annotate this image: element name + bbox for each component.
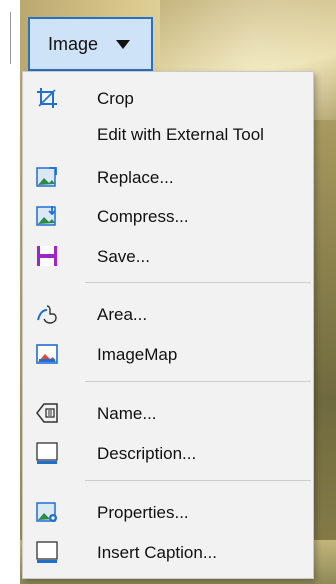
menu-item-compress[interactable]: Compress... [23, 198, 313, 234]
insert-caption-icon [35, 540, 59, 564]
menu-item-properties[interactable]: Properties... [23, 494, 313, 530]
menu-item-label: Crop [97, 89, 134, 108]
description-icon [35, 441, 59, 465]
image-context-menu: Crop Edit with External Tool Replace... … [22, 71, 314, 579]
menu-separator [85, 282, 311, 283]
image-dropdown-label: Image [48, 33, 99, 54]
chevron-down-icon [116, 39, 131, 49]
document-margin [0, 0, 20, 584]
menu-item-label: Properties... [97, 503, 189, 522]
menu-item-label: Description... [97, 444, 197, 463]
menu-item-description[interactable]: Description... [23, 435, 313, 471]
area-icon [35, 302, 59, 326]
menu-item-crop[interactable]: Crop [23, 80, 313, 116]
menu-item-label: Save... [97, 247, 150, 266]
menu-separator [85, 480, 311, 481]
image-dropdown-button[interactable]: Image [28, 17, 153, 71]
menu-item-save[interactable]: Save... [23, 238, 313, 274]
save-icon [35, 244, 59, 268]
menu-item-replace[interactable]: Replace... [23, 159, 313, 195]
menu-item-label: Name... [97, 404, 157, 423]
menu-item-insert-caption[interactable]: Insert Caption... [23, 534, 313, 570]
margin-line [10, 12, 11, 64]
name-icon [35, 401, 59, 425]
menu-item-label: ImageMap [97, 345, 178, 364]
crop-icon [35, 86, 59, 110]
menu-separator [85, 381, 311, 382]
menu-item-imagemap[interactable]: ImageMap [23, 336, 313, 372]
menu-item-edit-external[interactable]: Edit with External Tool [23, 116, 313, 152]
menu-item-label: Replace... [97, 168, 174, 187]
menu-item-label: Compress... [97, 207, 189, 226]
imagemap-icon [35, 342, 59, 366]
menu-item-area[interactable]: Area... [23, 296, 313, 332]
menu-item-name[interactable]: Name... [23, 395, 313, 431]
menu-item-label: Edit with External Tool [97, 125, 264, 144]
replace-image-icon [35, 165, 59, 189]
menu-item-label: Insert Caption... [97, 543, 218, 562]
compress-image-icon [35, 204, 59, 228]
properties-icon [35, 500, 59, 524]
menu-item-label: Area... [97, 305, 148, 324]
